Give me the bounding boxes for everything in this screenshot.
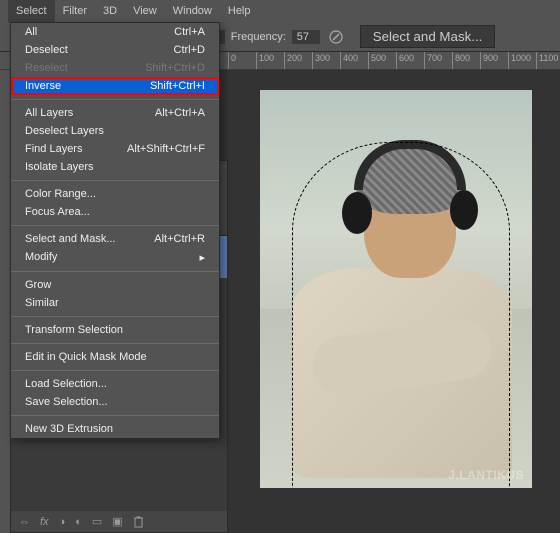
menu-item-similar[interactable]: Similar [11, 294, 219, 312]
menu-item-label: All [25, 26, 37, 38]
menu-item-isolate-layers[interactable]: Isolate Layers [11, 158, 219, 176]
ruler-tick: 100 [256, 52, 274, 69]
menu-view[interactable]: View [125, 0, 165, 22]
ruler-tick: 200 [284, 52, 302, 69]
ruler-tick: 600 [396, 52, 414, 69]
menu-item-label: Grow [25, 279, 51, 291]
menu-item-all[interactable]: All Ctrl+A [11, 23, 219, 41]
menu-separator [11, 316, 219, 317]
link-layers-icon[interactable]: ⇔ [19, 516, 30, 528]
menu-item-label: Edit in Quick Mask Mode [25, 351, 147, 363]
ruler-tick: 900 [480, 52, 498, 69]
menu-item-label: Select and Mask... [25, 233, 116, 245]
menu-item-label: All Layers [25, 107, 73, 119]
ruler-tick: 400 [340, 52, 358, 69]
trash-icon[interactable] [133, 516, 144, 528]
watermark-text: J.LANTIKUS [448, 468, 524, 482]
ruler-tick: 1000 [508, 52, 531, 69]
menu-item-edit-in-quick-mask-mode[interactable]: Edit in Quick Mask Mode [11, 348, 219, 366]
menu-item-transform-selection[interactable]: Transform Selection [11, 321, 219, 339]
menu-item-shortcut: ▸ [199, 251, 205, 264]
menu-item-shortcut: Alt+Shift+Ctrl+F [127, 143, 205, 155]
menu-item-inverse[interactable]: Inverse Shift+Ctrl+I [11, 77, 219, 95]
menu-filter[interactable]: Filter [55, 0, 95, 22]
menu-item-label: Deselect [25, 44, 68, 56]
menu-item-label: Inverse [25, 80, 61, 92]
menu-item-shortcut: Shift+Ctrl+D [145, 62, 205, 74]
menu-item-all-layers[interactable]: All Layers Alt+Ctrl+A [11, 104, 219, 122]
ruler-tick: 700 [424, 52, 442, 69]
menu-item-label: Similar [25, 297, 59, 309]
menu-separator [11, 343, 219, 344]
menu-select[interactable]: Select [8, 0, 55, 22]
canvas-area[interactable]: J.LANTIKUS [205, 70, 560, 533]
document-image[interactable]: J.LANTIKUS [260, 90, 532, 488]
ruler-tick: 500 [368, 52, 386, 69]
select-and-mask-button[interactable]: Select and Mask... [360, 25, 496, 48]
menu-item-load-selection[interactable]: Load Selection... [11, 375, 219, 393]
menu-separator [11, 370, 219, 371]
menu-item-grow[interactable]: Grow [11, 276, 219, 294]
menu-item-label: Modify [25, 251, 57, 264]
menu-3d[interactable]: 3D [95, 0, 125, 22]
group-icon[interactable]: ▭ [92, 515, 102, 528]
menu-item-label: New 3D Extrusion [25, 423, 113, 435]
ruler-tick: 0 [228, 52, 236, 69]
selection-marquee [292, 142, 510, 488]
menu-help[interactable]: Help [220, 0, 259, 22]
menu-item-deselect[interactable]: Deselect Ctrl+D [11, 41, 219, 59]
frequency-label: Frequency: [231, 31, 286, 43]
menu-separator [11, 271, 219, 272]
menu-item-find-layers[interactable]: Find Layers Alt+Shift+Ctrl+F [11, 140, 219, 158]
pressure-icon[interactable] [326, 27, 346, 47]
menu-item-label: Load Selection... [25, 378, 107, 390]
menu-item-reselect: Reselect Shift+Ctrl+D [11, 59, 219, 77]
menu-separator [11, 225, 219, 226]
menu-item-label: Deselect Layers [25, 125, 104, 137]
mask-icon[interactable]: ◑ [59, 516, 66, 528]
menu-item-select-and-mask[interactable]: Select and Mask... Alt+Ctrl+R [11, 230, 219, 248]
menu-separator [11, 180, 219, 181]
menu-item-shortcut: Ctrl+A [174, 26, 205, 38]
menu-item-shortcut: Ctrl+D [174, 44, 205, 56]
menu-item-label: Color Range... [25, 188, 96, 200]
menu-item-new-3d-extrusion[interactable]: New 3D Extrusion [11, 420, 219, 438]
photo-subject [292, 118, 512, 478]
select-dropdown-menu: All Ctrl+A Deselect Ctrl+D Reselect Shift+Ctr… [10, 22, 220, 439]
fx-icon[interactable]: fx [40, 516, 49, 528]
menu-item-label: Find Layers [25, 143, 82, 155]
menu-separator [11, 415, 219, 416]
menu-separator [11, 99, 219, 100]
menu-item-shortcut: Shift+Ctrl+I [150, 80, 205, 92]
menu-item-save-selection[interactable]: Save Selection... [11, 393, 219, 411]
menu-item-label: Transform Selection [25, 324, 123, 336]
layers-footer: ⇔ fx ◑ ◐ ▭ ▣ [11, 510, 227, 532]
adjustment-icon[interactable]: ◐ [75, 516, 82, 528]
menu-window[interactable]: Window [165, 0, 220, 22]
menu-item-label: Isolate Layers [25, 161, 93, 173]
ruler-tick: 800 [452, 52, 470, 69]
menu-item-modify[interactable]: Modify ▸ [11, 248, 219, 267]
new-layer-icon[interactable]: ▣ [112, 515, 122, 528]
menu-item-shortcut: Alt+Ctrl+R [154, 233, 205, 245]
frequency-value[interactable]: 57 [292, 30, 320, 44]
ruler-tick: 300 [312, 52, 330, 69]
menu-item-label: Save Selection... [25, 396, 108, 408]
menu-item-focus-area[interactable]: Focus Area... [11, 203, 219, 221]
menu-item-shortcut: Alt+Ctrl+A [155, 107, 205, 119]
menu-item-label: Focus Area... [25, 206, 90, 218]
menu-bar: Select Filter 3D View Window Help [0, 0, 560, 22]
menu-item-deselect-layers[interactable]: Deselect Layers [11, 122, 219, 140]
menu-item-color-range[interactable]: Color Range... [11, 185, 219, 203]
ruler-tick: 1100 [536, 52, 558, 69]
menu-item-label: Reselect [25, 62, 68, 74]
